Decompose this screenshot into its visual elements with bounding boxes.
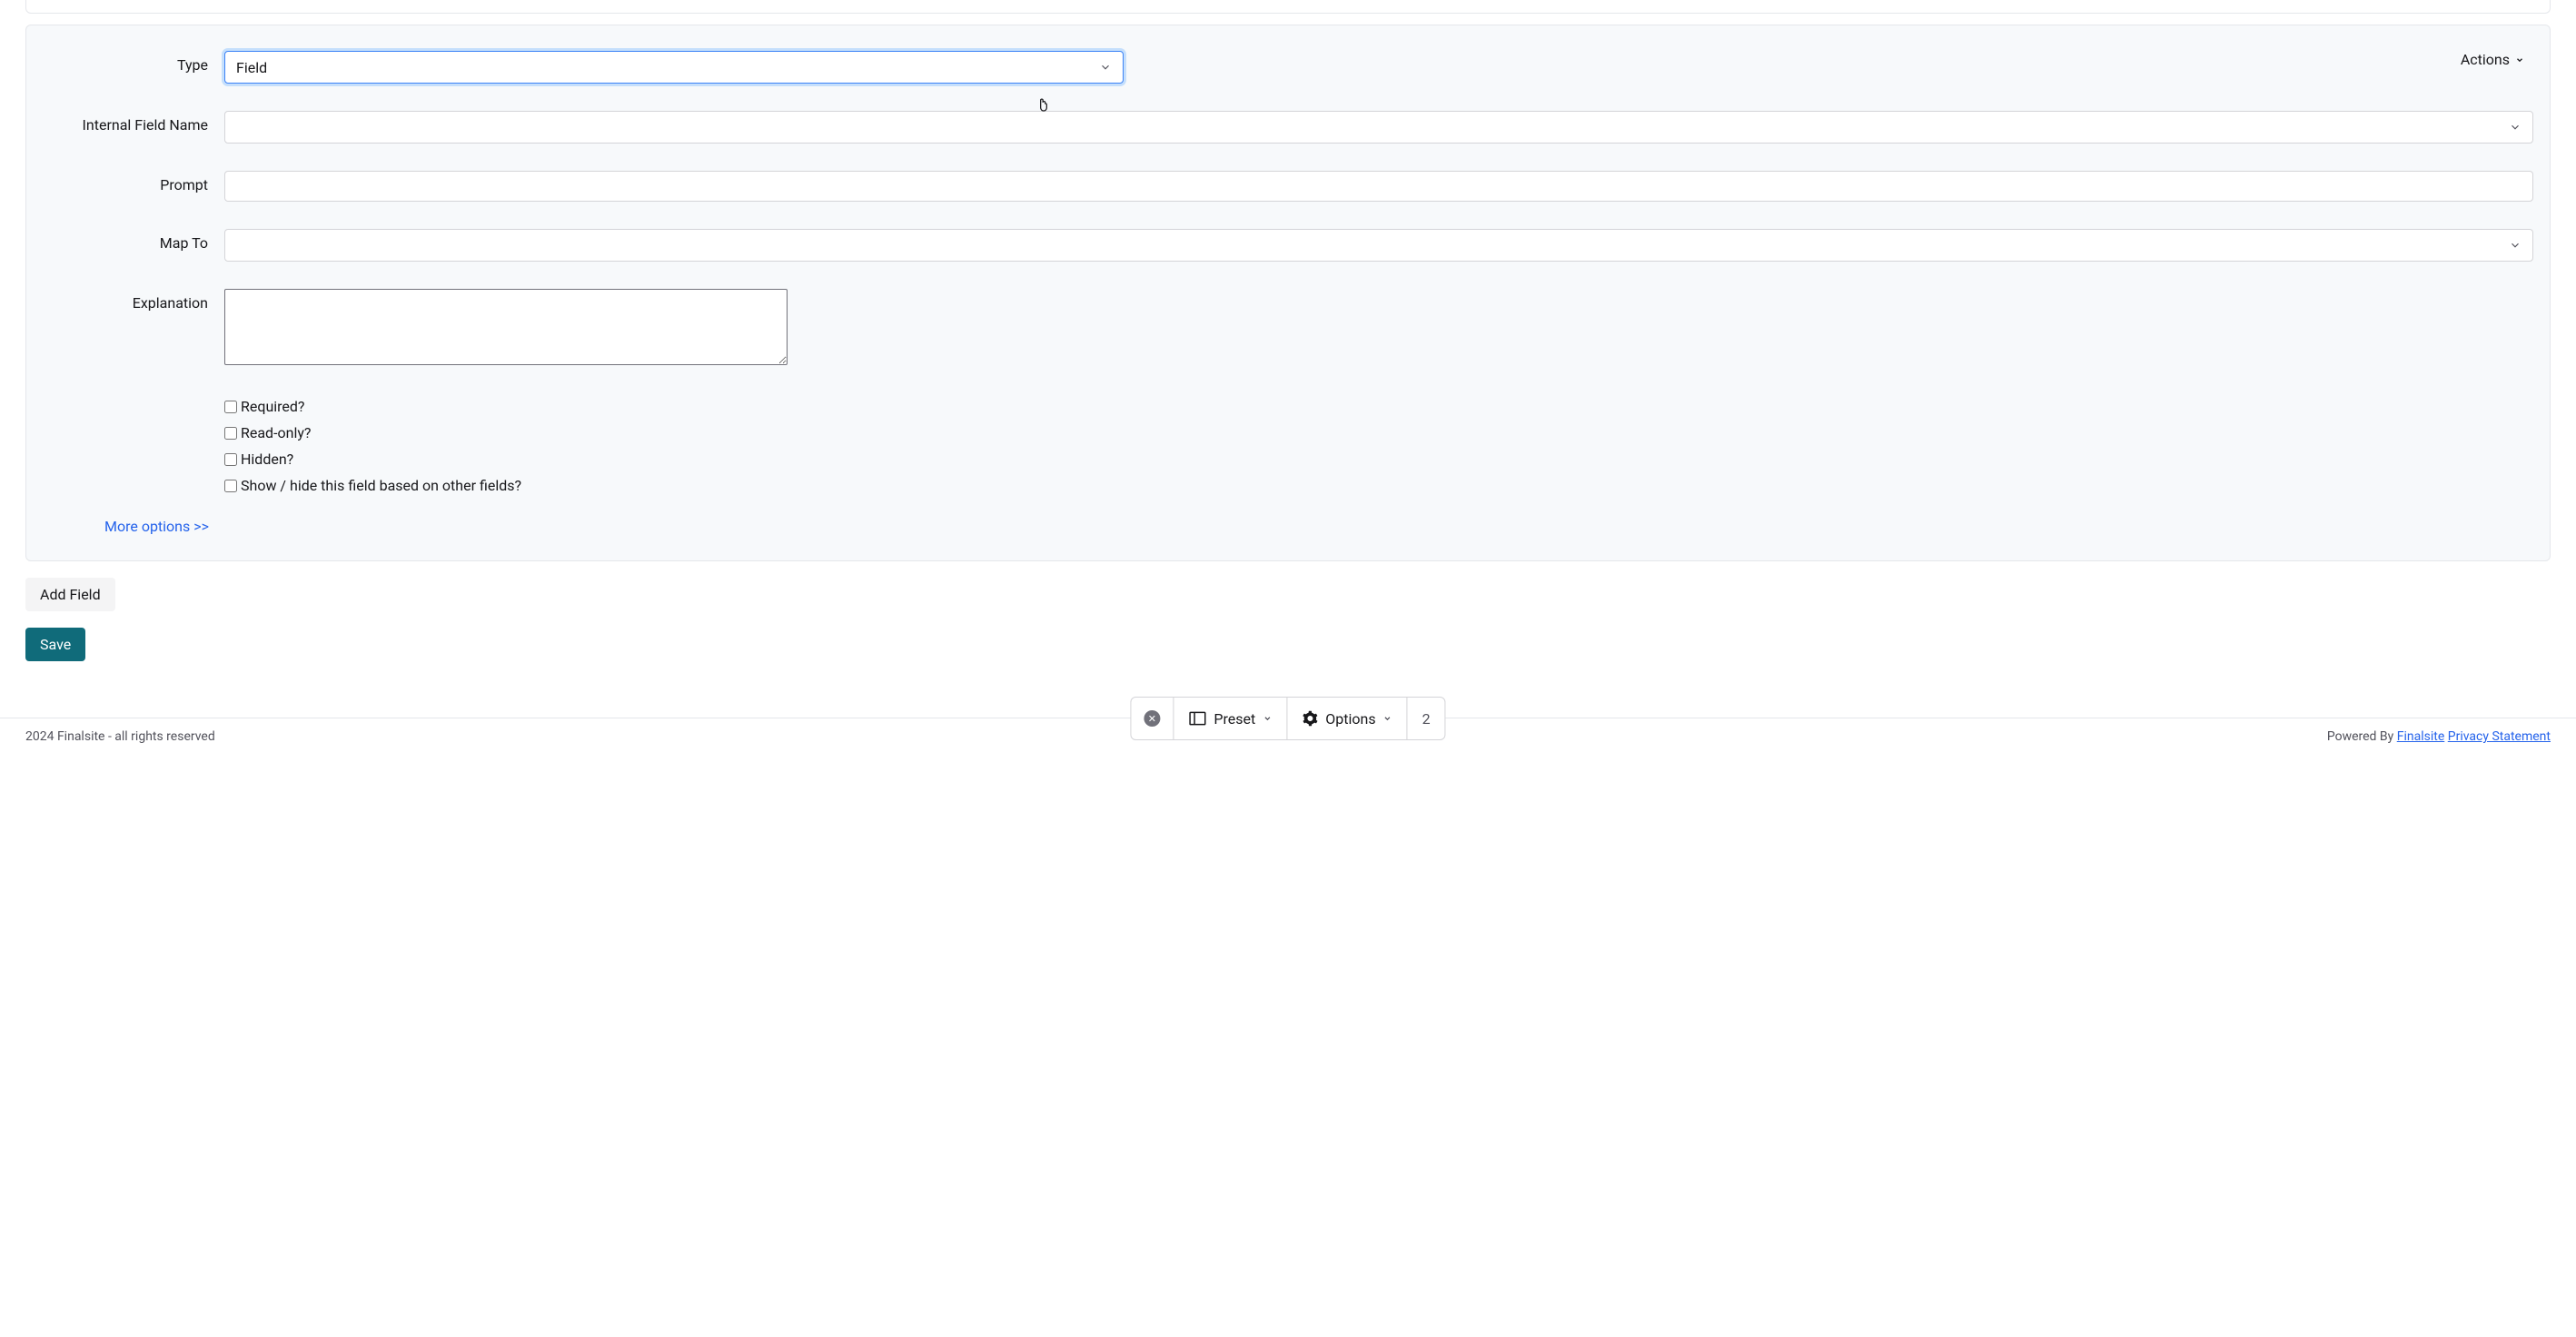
chevron-down-icon [2509,239,2522,252]
page-number-display[interactable]: 2 [1408,698,1445,739]
chevron-down-icon [1383,714,1392,723]
preset-dropdown[interactable]: Preset [1174,698,1287,739]
type-label: Type [43,51,224,74]
more-options-link[interactable]: More options >> [104,518,209,535]
save-button[interactable]: Save [25,628,85,661]
page-number: 2 [1422,710,1431,728]
copyright-text: 2024 Finalsite - all rights reserved [25,729,215,744]
chevron-down-icon [1263,714,1272,723]
add-field-button[interactable]: Add Field [25,578,115,611]
field-editor-panel: Actions Type Field Internal Field Name [25,25,2551,561]
actions-label: Actions [2461,51,2510,68]
gear-icon [1302,710,1318,727]
readonly-label[interactable]: Read-only? [241,424,311,441]
required-checkbox[interactable] [224,401,237,413]
preset-icon [1188,710,1206,727]
previous-panel-edge [25,0,2551,14]
chevron-down-icon [1099,61,1112,74]
map-to-select[interactable] [224,229,2533,262]
options-label: Options [1325,710,1375,728]
type-value: Field [236,59,267,76]
internal-field-name-select[interactable] [224,111,2533,144]
explanation-label: Explanation [43,289,224,312]
preset-label: Preset [1214,710,1255,728]
page-footer: ✕ Preset Options [0,718,2576,755]
powered-by-text: Powered By [2327,729,2397,744]
readonly-checkbox[interactable] [224,427,237,440]
close-icon: ✕ [1144,710,1160,727]
map-to-label: Map To [43,229,224,252]
actions-dropdown[interactable]: Actions [2461,51,2524,68]
hidden-checkbox[interactable] [224,453,237,466]
hidden-label[interactable]: Hidden? [241,451,293,468]
floating-toolbar: ✕ Preset Options [1130,697,1445,740]
chevron-down-icon [2515,55,2524,64]
type-select[interactable]: Field [224,51,1124,84]
prompt-input[interactable] [224,171,2533,202]
showhide-label[interactable]: Show / hide this field based on other fi… [241,477,521,494]
chevron-down-icon [2509,121,2522,134]
internal-field-name-label: Internal Field Name [43,111,224,134]
showhide-checkbox[interactable] [224,480,237,492]
explanation-textarea[interactable] [224,289,788,365]
options-dropdown[interactable]: Options [1287,698,1407,739]
toolbar-close-button[interactable]: ✕ [1131,698,1174,739]
finalsite-link[interactable]: Finalsite [2397,729,2445,744]
privacy-link[interactable]: Privacy Statement [2448,729,2551,744]
prompt-label: Prompt [43,171,224,193]
required-label[interactable]: Required? [241,398,305,415]
